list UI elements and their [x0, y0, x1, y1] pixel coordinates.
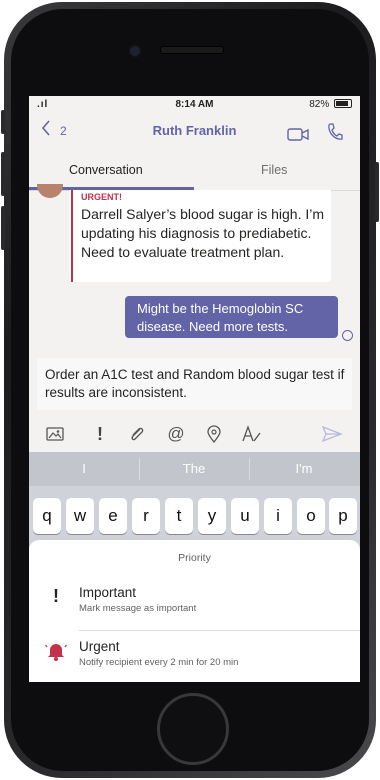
tab-files[interactable]: Files: [261, 163, 287, 177]
incoming-message-text: Darrell Salyer’s blood sugar is high. I’…: [81, 206, 325, 260]
incoming-message[interactable]: URGENT! Darrell Salyer’s blood sugar is …: [69, 190, 331, 282]
video-call-icon[interactable]: [287, 128, 309, 146]
tab-conversation[interactable]: Conversation: [69, 163, 143, 177]
outgoing-message[interactable]: Might be the Hemoglobin SC disease. Need…: [125, 296, 338, 338]
battery-percent: 82%: [309, 99, 330, 110]
key-u[interactable]: u: [231, 498, 259, 534]
option-divider: [79, 630, 360, 631]
key-y[interactable]: y: [198, 498, 226, 534]
key-r[interactable]: r: [132, 498, 160, 534]
priority-sheet: Priority ! Important Mark message as imp…: [29, 540, 360, 682]
key-q[interactable]: q: [33, 498, 61, 534]
key-p[interactable]: p: [329, 498, 357, 534]
key-t[interactable]: t: [165, 498, 193, 534]
phone-call-icon[interactable]: [327, 123, 343, 146]
read-receipt-icon: [342, 330, 353, 341]
urgent-label: URGENT!: [81, 192, 122, 202]
status-bar: .ıl 8:14 AM 82%: [29, 96, 360, 114]
chat-title[interactable]: Ruth Franklin: [29, 123, 360, 138]
mention-icon[interactable]: @: [166, 424, 186, 444]
suggestion-1[interactable]: I: [29, 461, 139, 476]
app-screen: .ıl 8:14 AM 82% 2 Ruth Franklin Conversa…: [29, 96, 360, 682]
image-icon[interactable]: [45, 424, 65, 444]
option-subtitle: Mark message as important: [79, 603, 197, 614]
option-title: Urgent: [79, 639, 120, 654]
sender-avatar[interactable]: [37, 184, 63, 198]
chat-tabs: Conversation Files: [29, 152, 360, 191]
battery-status: 82%: [309, 99, 352, 110]
battery-icon: [334, 99, 352, 108]
option-title: Important: [79, 585, 137, 600]
priority-icon[interactable]: !: [90, 424, 110, 444]
key-i[interactable]: i: [264, 498, 292, 534]
priority-option-important[interactable]: ! Important Mark message as important: [29, 580, 360, 624]
send-icon[interactable]: [321, 424, 343, 444]
home-button[interactable]: [157, 693, 229, 765]
priority-option-urgent[interactable]: Urgent Notify recipient every 2 min for …: [29, 634, 360, 678]
suggestion-2[interactable]: The: [139, 461, 249, 476]
key-o[interactable]: o: [297, 498, 325, 534]
key-w[interactable]: w: [66, 498, 94, 534]
mute-switch: [1, 110, 5, 134]
front-camera: [128, 44, 142, 58]
volume-down-button: [1, 206, 5, 250]
power-button: [375, 162, 379, 222]
suggestion-3[interactable]: I'm: [249, 461, 359, 476]
urgent-indicator-bar: [71, 190, 73, 282]
chat-header: 2 Ruth Franklin: [29, 114, 360, 148]
earpiece-speaker: [160, 46, 224, 54]
compose-toolbar: ! @: [29, 416, 360, 450]
volume-up-button: [1, 152, 5, 196]
bell-icon: [44, 640, 68, 667]
compose-text[interactable]: Order an A1C test and Random blood sugar…: [45, 366, 345, 402]
attach-icon[interactable]: [127, 424, 147, 444]
location-icon[interactable]: [204, 424, 224, 444]
important-icon: !: [53, 586, 59, 606]
option-subtitle: Notify recipient every 2 min for 20 min: [79, 657, 239, 668]
compose-box[interactable]: Order an A1C test and Random blood sugar…: [37, 358, 352, 410]
key-e[interactable]: e: [99, 498, 127, 534]
keyboard-suggestions: I The I'm: [29, 452, 360, 486]
priority-sheet-title: Priority: [178, 552, 211, 564]
format-icon[interactable]: [241, 424, 261, 444]
